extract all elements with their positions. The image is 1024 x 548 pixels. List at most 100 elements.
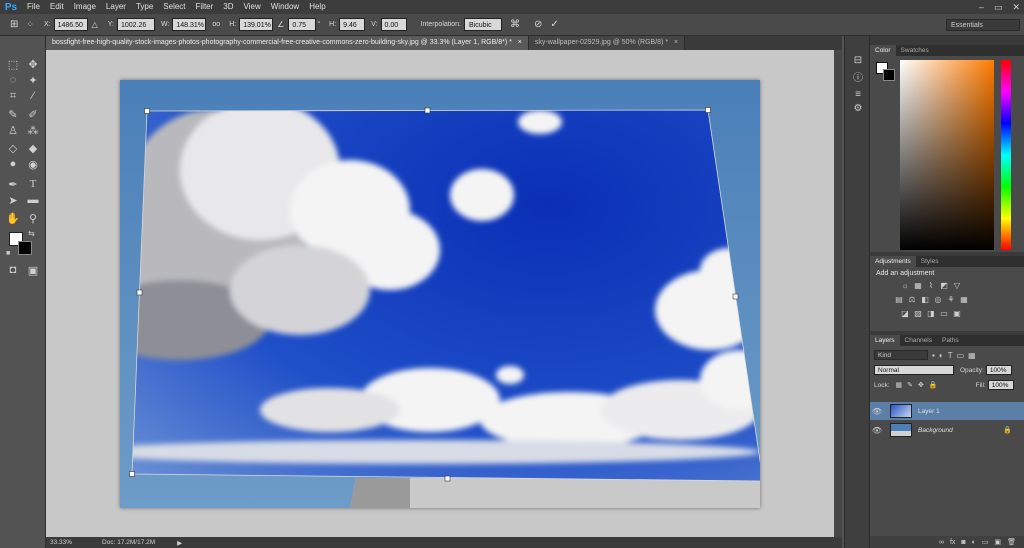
quick-mask-icon[interactable]: ◘	[4, 262, 22, 278]
transform-handle-middle-right[interactable]	[732, 293, 739, 300]
lock-pixels-icon[interactable]: ✎	[907, 381, 913, 389]
menu-view[interactable]: View	[239, 0, 266, 14]
transform-handle-top-center[interactable]	[424, 107, 431, 114]
type-tool-icon[interactable]: T	[24, 176, 42, 192]
new-adjustment-icon[interactable]: ◐	[972, 539, 976, 546]
link-icon[interactable]: oo	[212, 21, 220, 28]
menu-image[interactable]: Image	[69, 0, 101, 14]
vertical-scrollbar[interactable]	[834, 50, 842, 537]
menu-edit[interactable]: Edit	[45, 0, 69, 14]
tab-color[interactable]: Color	[870, 45, 896, 56]
hskew-input[interactable]: 9.46	[339, 18, 366, 31]
warp-mode-icon[interactable]: ⌘	[510, 19, 520, 30]
link-layers-icon[interactable]: ∞	[939, 539, 944, 546]
visibility-eye-icon[interactable]: 👁	[870, 407, 884, 416]
fill-input[interactable]: 100%	[987, 380, 1014, 390]
tab-channels[interactable]: Channels	[900, 335, 937, 346]
close-tab-icon[interactable]: ×	[518, 39, 522, 46]
clone-stamp-icon[interactable]: ♙	[4, 122, 22, 138]
layer-row-background[interactable]: 👁 Background 🔒	[870, 421, 1024, 439]
tab-bossfight-document[interactable]: bossfight-free-high-quality-stock-images…	[46, 36, 529, 50]
selective-color-icon[interactable]: ▣	[952, 309, 962, 319]
menu-filter[interactable]: Filter	[191, 0, 219, 14]
tab-adjustments[interactable]: Adjustments	[870, 256, 916, 267]
brush-panel-icon[interactable]: ≡	[851, 88, 865, 102]
photo-filter-icon[interactable]: ◎	[933, 295, 943, 305]
eyedropper-tool-icon[interactable]: ⁄	[24, 88, 42, 104]
transform-handle-middle-left[interactable]	[136, 289, 143, 296]
menu-layer[interactable]: Layer	[101, 0, 131, 14]
document-canvas[interactable]	[120, 80, 760, 508]
tab-styles[interactable]: Styles	[916, 256, 944, 267]
threshold-icon[interactable]: ◨	[926, 309, 936, 319]
menu-window[interactable]: Window	[266, 0, 304, 14]
minimize-icon[interactable]: –	[979, 2, 984, 12]
new-layer-icon[interactable]: ▣	[994, 538, 1001, 546]
delete-layer-icon[interactable]: 🗑	[1007, 538, 1016, 546]
maximize-icon[interactable]: ▭	[994, 2, 1003, 13]
crop-tool-icon[interactable]: ⌗	[4, 88, 22, 104]
interpolation-select[interactable]: Bicubic	[464, 18, 503, 31]
zoom-tool-icon[interactable]: ⚲	[24, 210, 42, 226]
levels-icon[interactable]: ▦	[913, 281, 923, 291]
color-lookup-icon[interactable]: ▦	[959, 295, 969, 305]
layer-style-icon[interactable]: fx	[950, 539, 955, 546]
blur-tool-icon[interactable]: ●	[4, 156, 22, 172]
move-tool-icon[interactable]: ✥	[24, 56, 42, 72]
vskew-input[interactable]: 0.00	[380, 18, 407, 31]
delta-icon[interactable]: △	[92, 20, 98, 29]
x-input[interactable]: 1486.50 p	[53, 18, 88, 42]
y-input[interactable]: 1002.26 p	[116, 18, 155, 42]
brush-tool-icon[interactable]: ✐	[24, 106, 42, 122]
lock-transparent-icon[interactable]: ▦	[896, 381, 903, 389]
channel-mixer-icon[interactable]: ⚘	[946, 295, 956, 305]
hue-slider[interactable]	[1001, 60, 1011, 250]
eraser-tool-icon[interactable]: ◇	[4, 140, 22, 156]
info-panel-icon[interactable]: ⓘ	[851, 72, 865, 86]
color-spectrum[interactable]	[900, 60, 994, 250]
transform-tool-icon[interactable]: ⊞	[10, 19, 18, 30]
background-color-swatch[interactable]	[18, 241, 32, 255]
tab-sky-wallpaper[interactable]: sky-wallpaper-02929.jpg @ 50% (RGB/8) * …	[528, 36, 686, 50]
height-input[interactable]: 139.01%	[239, 18, 274, 31]
transform-handle-top-right[interactable]	[705, 107, 711, 113]
tab-swatches[interactable]: Swatches	[896, 45, 934, 56]
healing-brush-icon[interactable]: ✎	[4, 106, 22, 122]
close-window-icon[interactable]: ✕	[1012, 2, 1020, 13]
path-selection-icon[interactable]: ➤	[4, 192, 22, 208]
transform-handle-top-left[interactable]	[144, 108, 150, 114]
filter-adjust-icon[interactable]: ◐	[939, 351, 944, 360]
rectangle-tool-icon[interactable]: ▬	[24, 192, 42, 208]
vibrance-icon[interactable]: ▽	[952, 281, 962, 291]
blend-mode-select[interactable]: Normal	[874, 365, 954, 375]
tab-layers[interactable]: Layers	[870, 335, 900, 346]
tab-paths[interactable]: Paths	[937, 335, 964, 346]
magic-wand-icon[interactable]: ✦	[24, 72, 42, 88]
menu-help[interactable]: Help	[304, 0, 330, 14]
zoom-level[interactable]: 33.33%	[50, 539, 72, 546]
close-tab-icon[interactable]: ×	[674, 39, 678, 46]
menu-type[interactable]: Type	[131, 0, 158, 14]
lock-position-icon[interactable]: ✥	[918, 381, 924, 389]
add-mask-icon[interactable]: ◙	[961, 539, 965, 546]
filter-pixel-icon[interactable]: ▪	[932, 351, 935, 360]
lasso-tool-icon[interactable]: ◌	[4, 72, 22, 88]
status-menu-arrow-icon[interactable]: ▶	[177, 539, 182, 547]
transform-handle-bottom-center[interactable]	[444, 475, 451, 482]
invert-icon[interactable]: ◪	[900, 309, 910, 319]
layer-filter-kind[interactable]: Kind	[874, 350, 928, 360]
opacity-input[interactable]: 100%	[985, 365, 1012, 375]
lock-all-icon[interactable]: 🔒	[929, 381, 938, 389]
curves-icon[interactable]: ⌇	[926, 281, 936, 291]
filter-smart-icon[interactable]: ▦	[968, 351, 976, 360]
screen-mode-icon[interactable]: ▣	[24, 262, 42, 278]
background-color[interactable]	[883, 69, 895, 81]
angle-input[interactable]: 0.75	[288, 18, 317, 31]
black-white-icon[interactable]: ◧	[920, 295, 930, 305]
new-group-icon[interactable]: ▭	[982, 538, 989, 546]
paint-bucket-icon[interactable]: ◆	[24, 140, 42, 156]
filter-type-icon[interactable]: T	[948, 351, 953, 360]
visibility-eye-icon[interactable]: 👁	[870, 426, 884, 435]
menu-3d[interactable]: 3D	[218, 0, 238, 14]
filter-shape-icon[interactable]: ▭	[957, 351, 965, 360]
